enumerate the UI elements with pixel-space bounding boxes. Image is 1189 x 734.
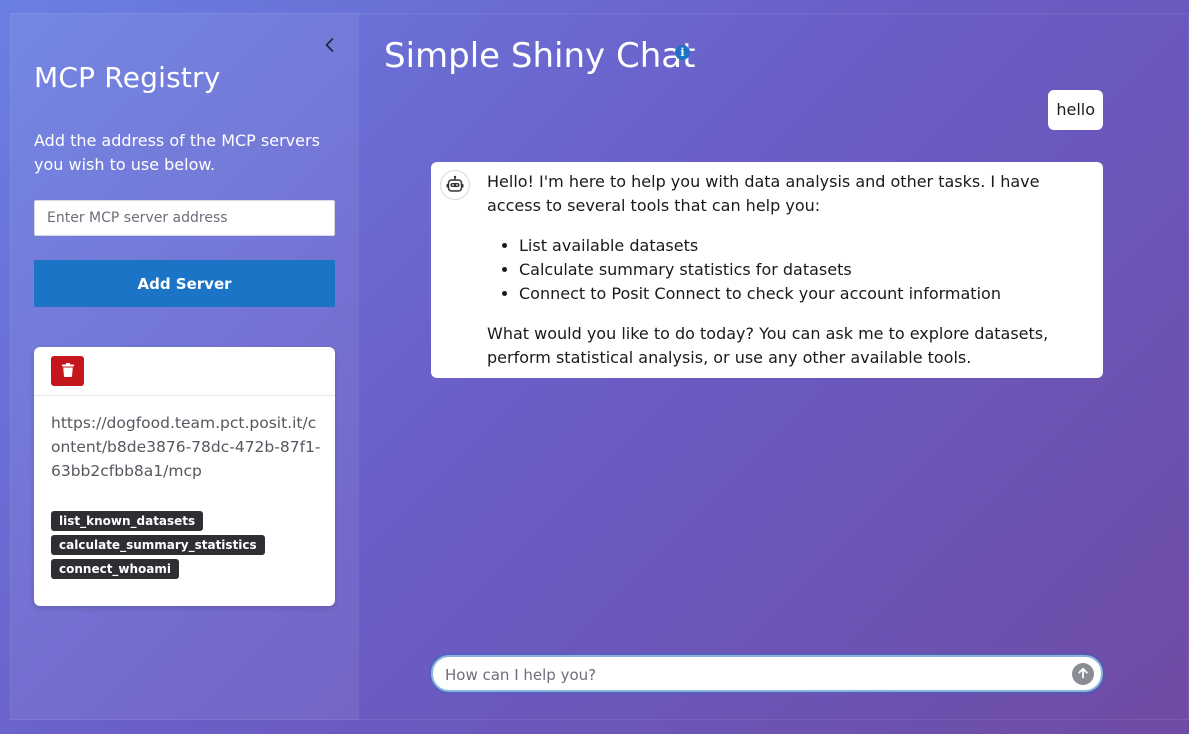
assistant-message-text: Hello! I'm here to help you with data an… [487,170,1087,370]
user-message: hello [1048,90,1103,130]
tool-badge: connect_whoami [51,559,180,579]
add-server-button[interactable]: Add Server [34,260,335,307]
server-tools: list_known_datasets calculate_summary_st… [51,511,265,583]
server-address-input[interactable] [34,200,335,236]
assistant-outro: What would you like to do today? You can… [487,324,1049,367]
list-item: Connect to Posit Connect to check your a… [519,282,1087,306]
arrow-up-icon [1076,666,1090,683]
send-button[interactable] [1072,663,1094,685]
server-card-header [34,347,335,396]
sidebar-description: Add the address of the MCP servers you w… [34,131,320,174]
trash-icon [61,362,74,380]
chevron-left-icon[interactable] [320,35,340,55]
server-url: https://dogfood.team.pct.posit.it/conten… [51,414,321,480]
delete-server-button[interactable] [51,356,84,386]
page-title: Simple Shiny Chat [384,36,696,76]
chat-input-container [431,655,1103,692]
sidebar: MCP Registry Add the address of the MCP … [10,13,359,720]
chat-input[interactable] [443,657,1057,692]
list-item: List available datasets [519,234,1087,258]
assistant-bullet-list: List available datasets Calculate summar… [487,234,1087,306]
list-item: Calculate summary statistics for dataset… [519,258,1087,282]
info-icon[interactable]: i [675,45,690,60]
robot-icon [440,170,470,200]
server-card: https://dogfood.team.pct.posit.it/conten… [34,347,335,606]
tool-badge: list_known_datasets [51,511,204,531]
sidebar-title: MCP Registry [34,61,221,94]
assistant-intro: Hello! I'm here to help you with data an… [487,172,1040,215]
tool-badge: calculate_summary_statistics [51,535,265,555]
assistant-message: Hello! I'm here to help you with data an… [431,162,1103,378]
